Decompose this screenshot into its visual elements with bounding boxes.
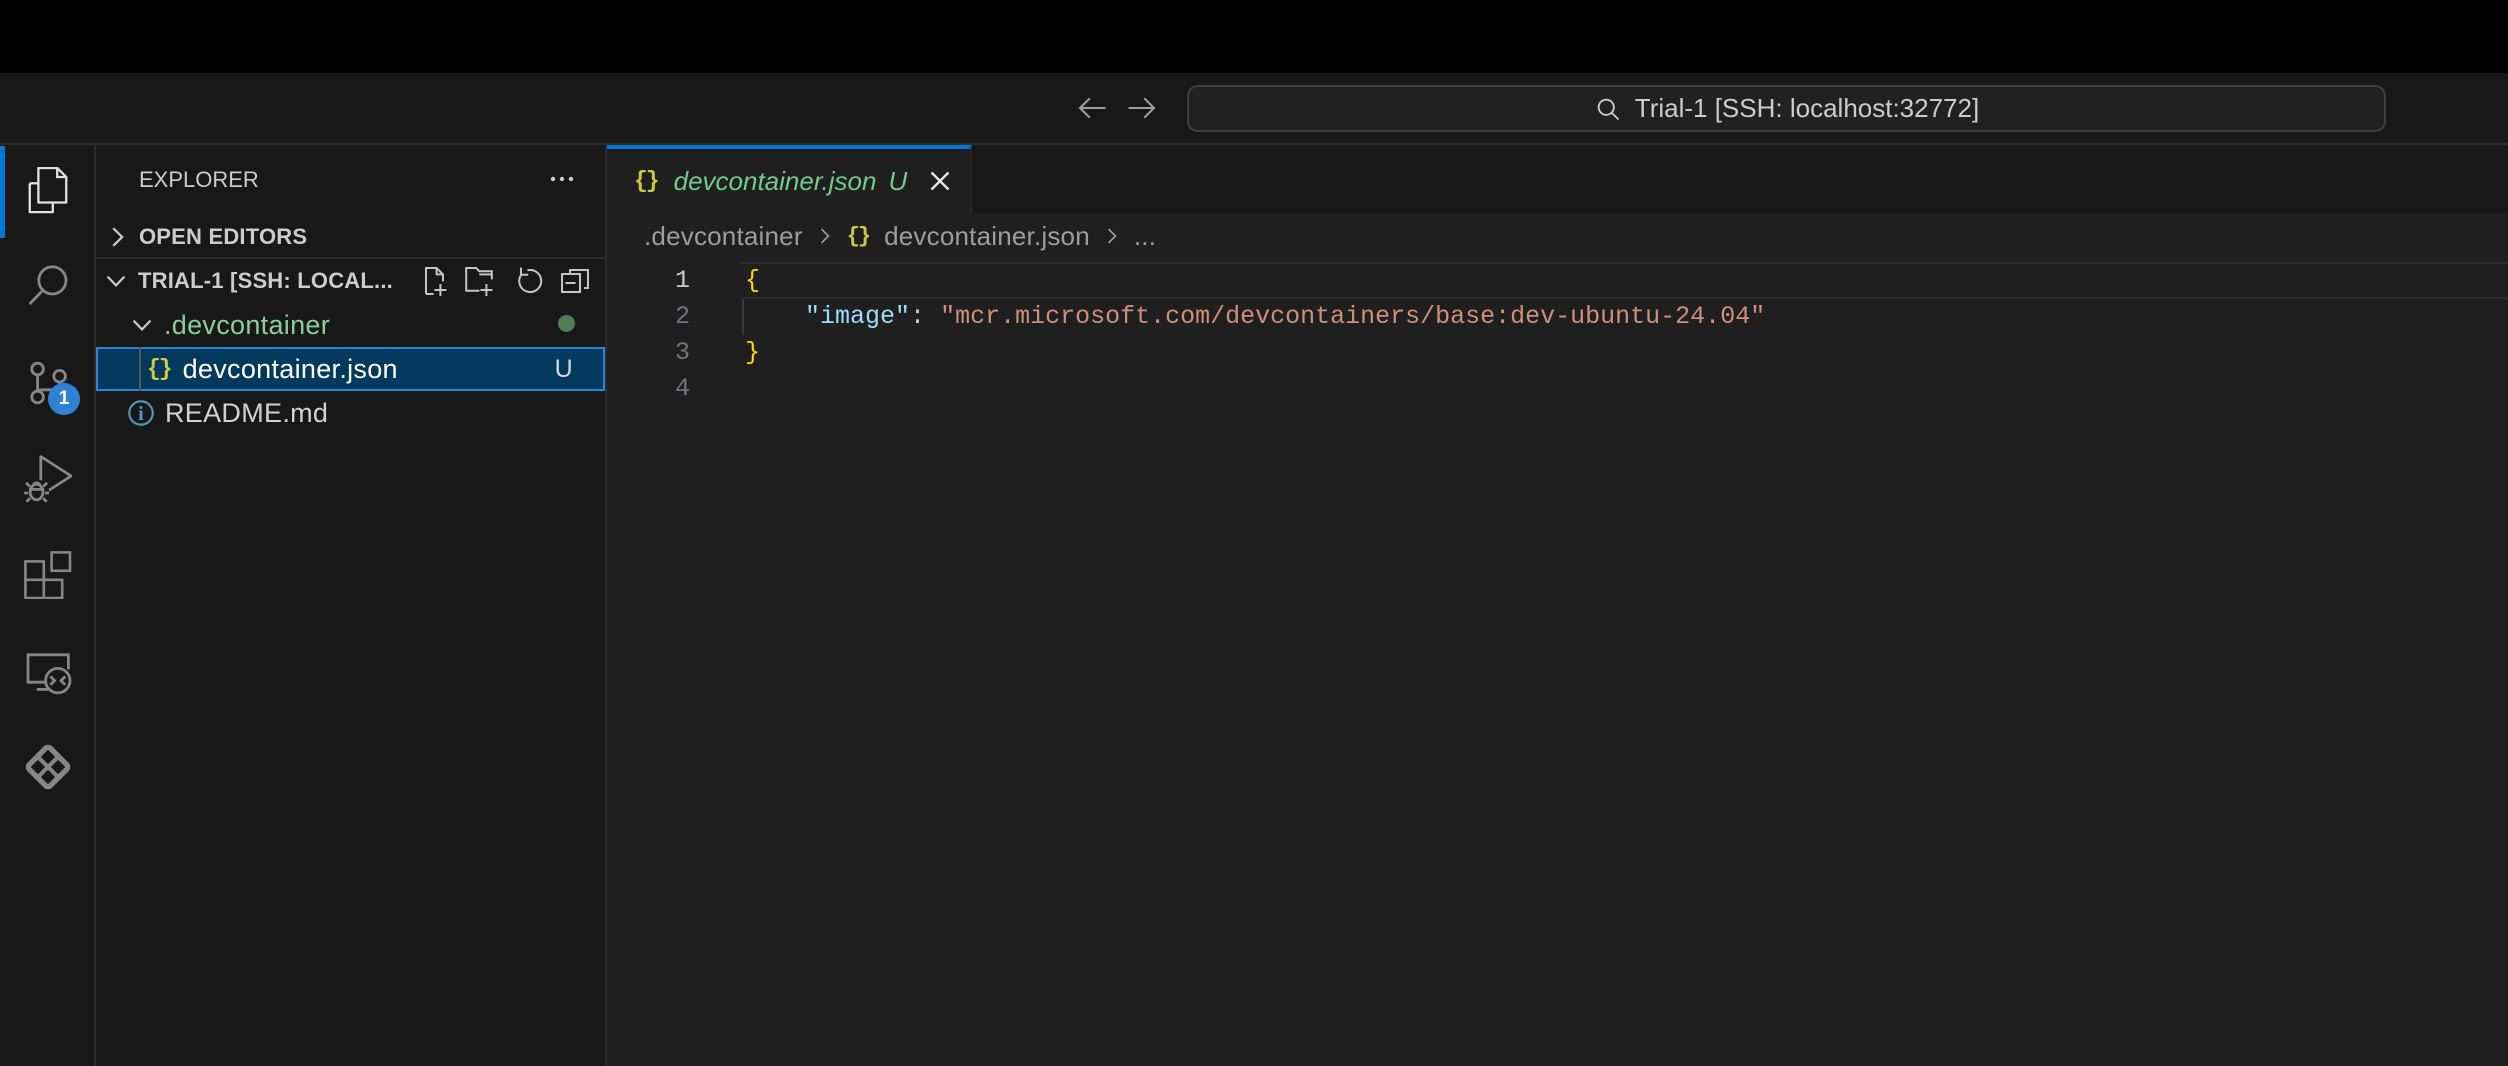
svg-text:i: i xyxy=(138,403,144,425)
